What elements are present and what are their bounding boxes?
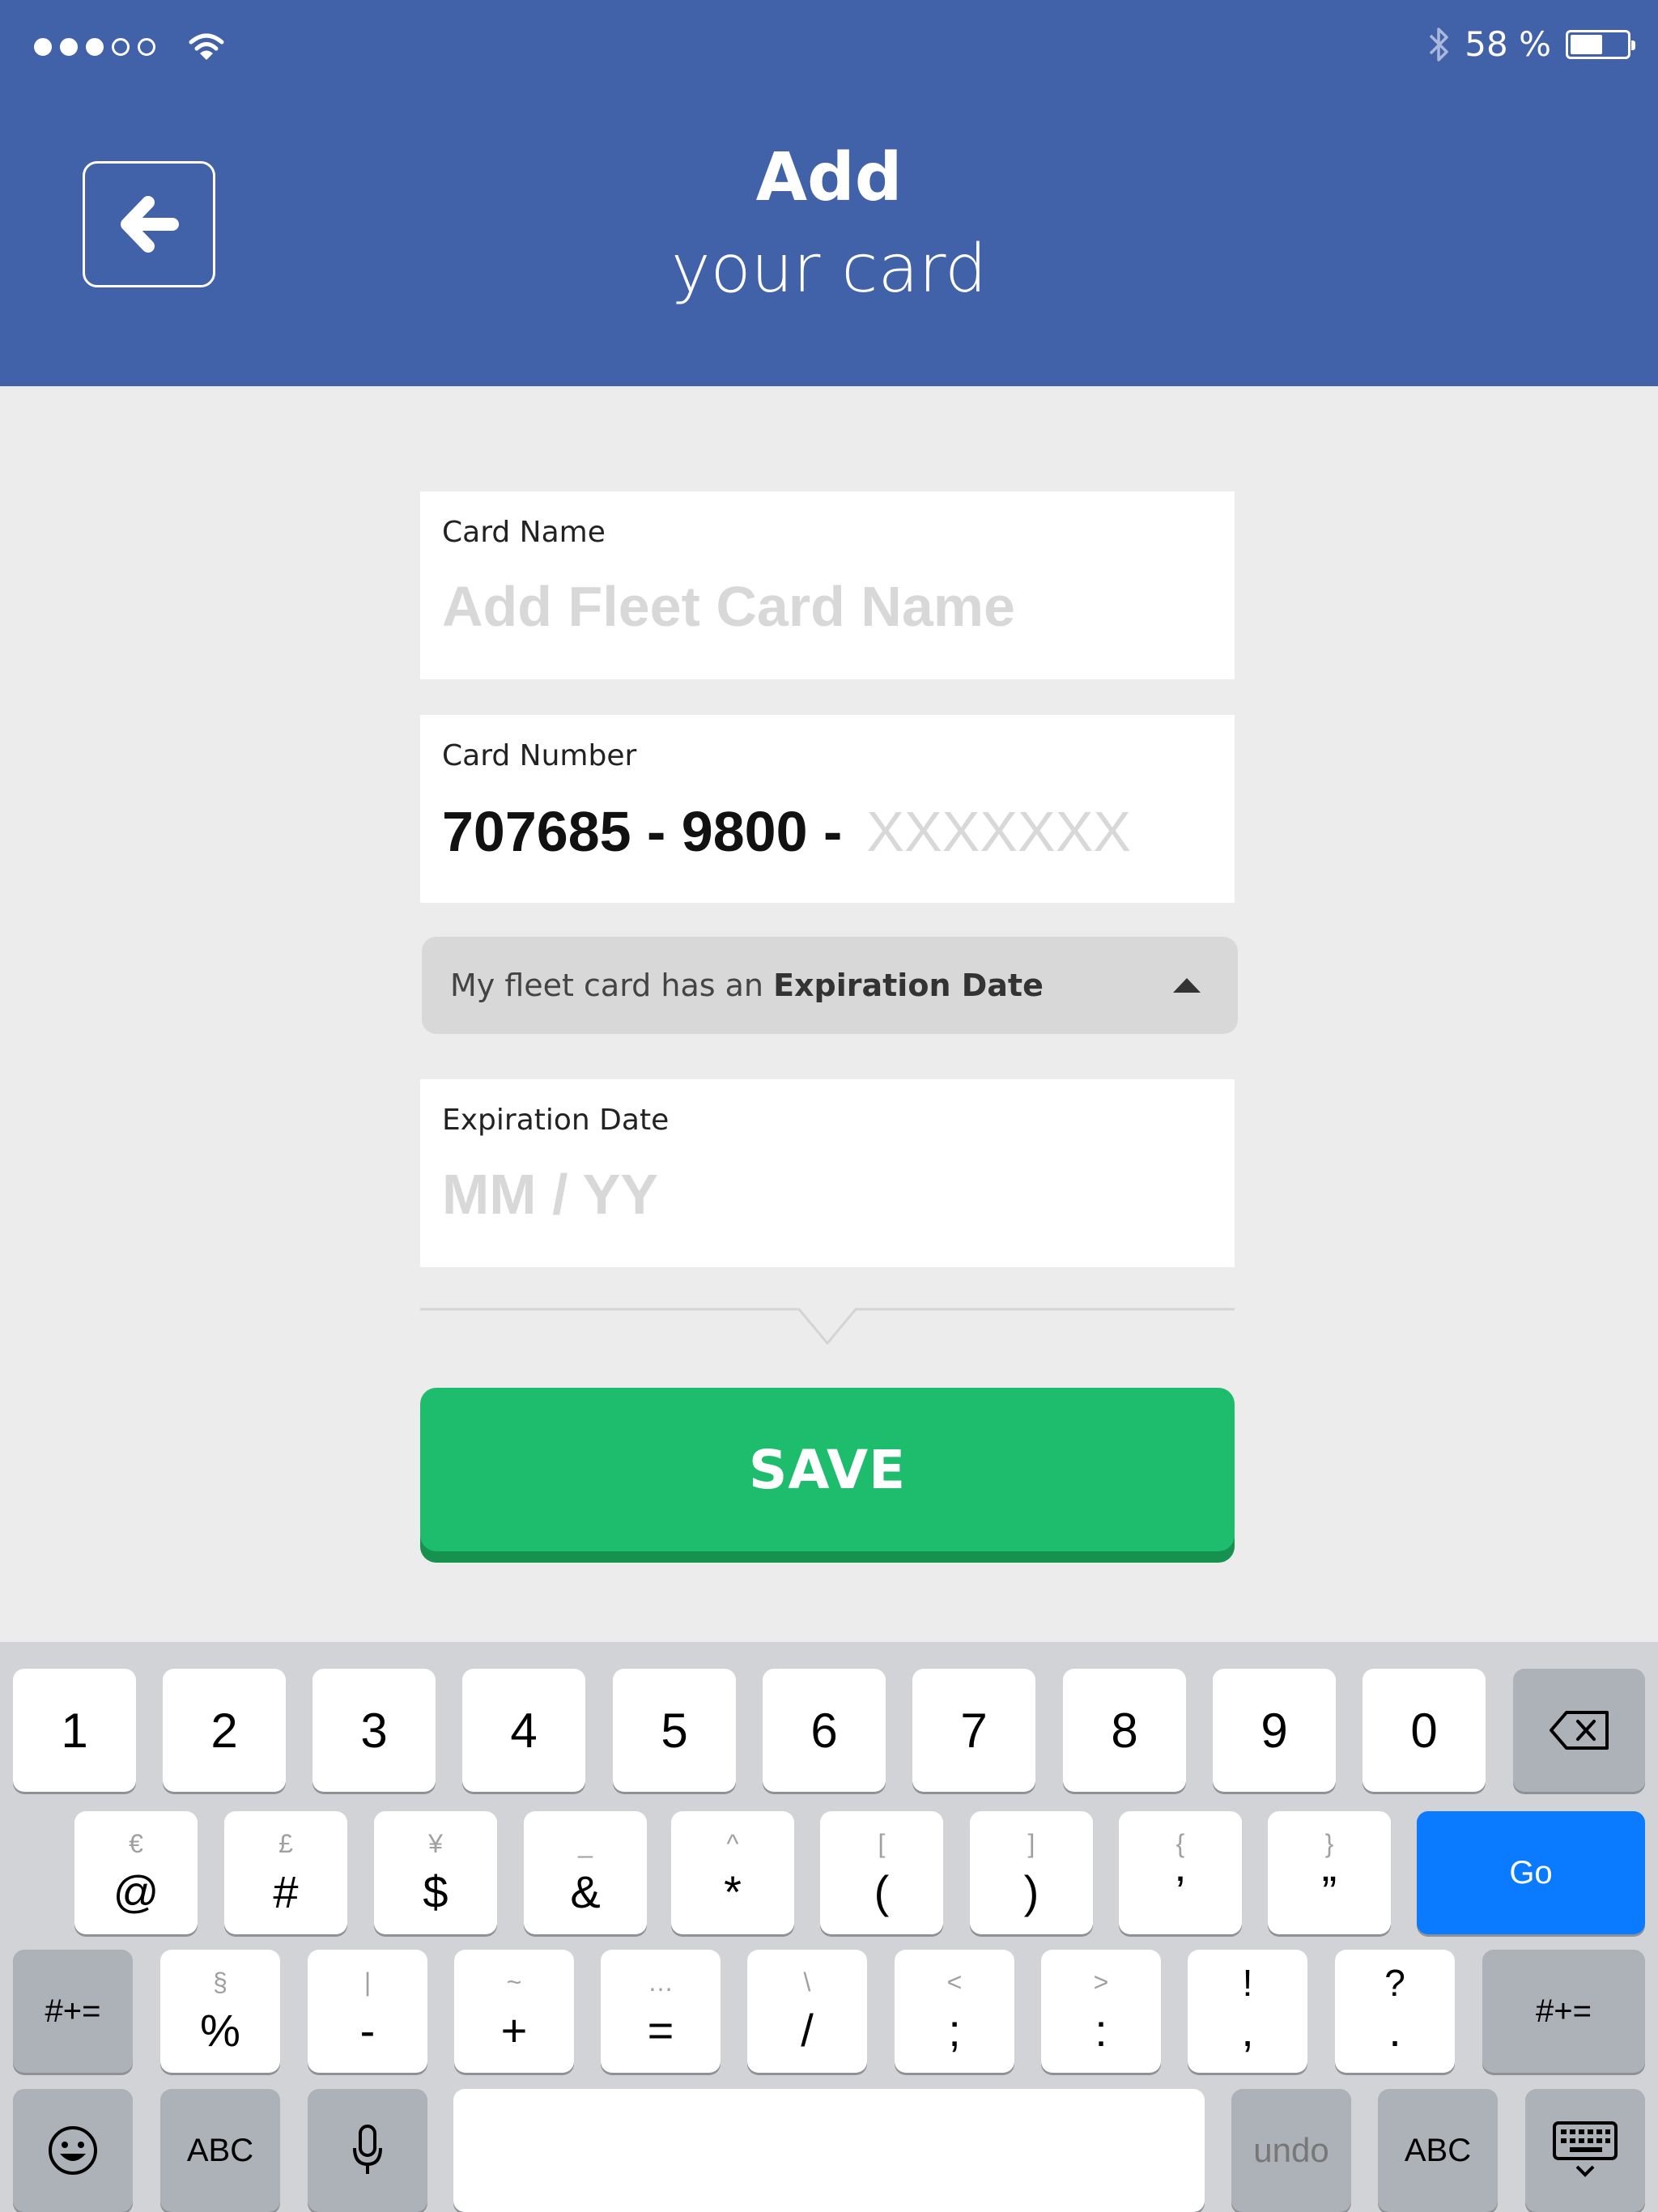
key-hyphen[interactable]: | - [308,1950,427,2073]
key-6[interactable]: 6 [763,1669,886,1792]
card-number-label: Card Number [442,739,637,772]
header-bar: 58 % Add your card [0,0,1658,386]
key-apostrophe[interactable]: {’ [1119,1811,1242,1934]
signal-dot [138,38,155,56]
key-semicolon[interactable]: <; [895,1950,1014,2073]
card-name-input[interactable]: Add Fleet Card Name [442,574,1015,639]
save-button[interactable]: SAVE [420,1388,1235,1551]
signal-dot [112,38,130,56]
key-slash[interactable]: \ / [747,1950,867,2073]
key-comma[interactable]: !, [1188,1950,1307,2073]
emoji-icon [49,2126,97,2175]
card-number-placeholder: XXXXXXX [866,800,1132,863]
status-right: 58 % [1427,24,1635,64]
keyboard-dismiss-icon [1553,2121,1618,2177]
page-subtitle: your card [670,231,988,308]
expiration-date-input[interactable]: MM / YY [442,1162,658,1227]
signal-strength [34,32,225,62]
symbols-shift-key-right[interactable]: #+= [1482,1950,1645,2073]
keyboard: 1 2 3 4 5 6 7 8 9 0 € @ £ # ¥ $ _ & ^ * [( ])… [0,1642,1658,2212]
expiration-date-toggle[interactable]: My fleet card has an Expiration Date [422,937,1238,1034]
key-at[interactable]: € @ [74,1811,198,1934]
dictation-key[interactable] [308,2089,427,2212]
signal-dot [86,38,104,56]
undo-key[interactable]: undo [1231,2089,1351,2212]
battery-percentage: 58 % [1465,24,1551,64]
key-period[interactable]: ?. [1335,1950,1455,2073]
microphone-icon [353,2125,382,2174]
emoji-key[interactable] [13,2089,133,2212]
signal-dot [34,38,52,56]
card-number-prefix: 707685 - 9800 - [442,800,843,863]
wifi-icon [189,33,224,60]
key-quote[interactable]: }” [1268,1811,1391,1934]
key-ampersand[interactable]: _ & [524,1811,647,1934]
expiration-toggle-bold: Expiration Date [773,968,1044,1003]
key-paren-close[interactable]: ]) [970,1811,1093,1934]
key-8[interactable]: 8 [1063,1669,1186,1792]
page-title: Add [755,139,903,216]
card-name-label: Card Name [442,516,606,549]
card-number-input[interactable]: 707685 - 9800 - XXXXXXX [442,799,1131,864]
caret-up-icon [1173,978,1201,993]
key-7[interactable]: 7 [912,1669,1035,1792]
go-key[interactable]: Go [1417,1811,1645,1934]
key-1[interactable]: 1 [13,1669,136,1792]
key-percent[interactable]: §% [160,1950,280,2073]
abc-key-left[interactable]: ABC [160,2089,280,2212]
key-hash[interactable]: £ # [224,1811,347,1934]
key-equals[interactable]: … = [601,1950,721,2073]
expiration-date-field[interactable]: Expiration Date MM / YY [420,1079,1235,1267]
signal-dot [60,38,78,56]
key-3[interactable]: 3 [312,1669,436,1792]
expiration-toggle-text: My fleet card has an Expiration Date [450,968,1044,1003]
space-key[interactable] [453,2089,1205,2212]
key-4[interactable]: 4 [462,1669,585,1792]
key-plus[interactable]: ~ + [454,1950,574,2073]
expiration-toggle-prefix: My fleet card has an [450,968,774,1003]
delete-key[interactable] [1513,1669,1645,1792]
bluetooth-icon [1430,27,1449,62]
key-paren-open[interactable]: [( [820,1811,943,1934]
divider-notch [420,1308,1235,1346]
key-asterisk[interactable]: ^ * [671,1811,794,1934]
backspace-icon [1549,1711,1609,1750]
card-number-field[interactable]: Card Number 707685 - 9800 - XXXXXXX [420,715,1235,903]
battery-icon [1566,29,1635,59]
card-name-field[interactable]: Card Name Add Fleet Card Name [420,491,1235,679]
key-0[interactable]: 0 [1363,1669,1486,1792]
hide-keyboard-key[interactable] [1525,2089,1645,2212]
key-9[interactable]: 9 [1213,1669,1336,1792]
abc-key-right[interactable]: ABC [1378,2089,1498,2212]
expiration-date-label: Expiration Date [442,1104,670,1137]
key-colon[interactable]: >: [1041,1950,1161,2073]
key-dollar[interactable]: ¥ $ [374,1811,497,1934]
battery-fill [1571,34,1602,54]
symbols-shift-key-left[interactable]: #+= [13,1950,133,2073]
key-2[interactable]: 2 [163,1669,286,1792]
key-5[interactable]: 5 [613,1669,736,1792]
